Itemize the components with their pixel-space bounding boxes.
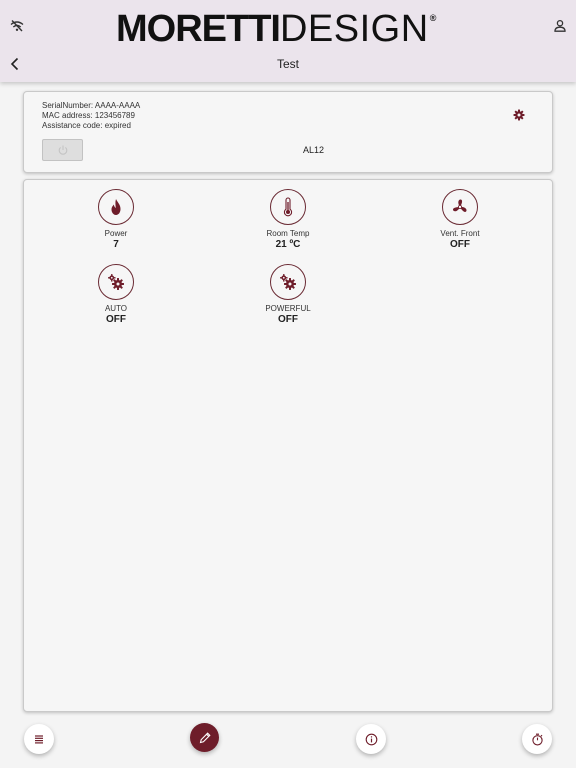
tile-powerful-label: POWERFUL [265,304,311,313]
tile-vent-front-button[interactable] [442,189,478,225]
gear-icon[interactable] [513,109,525,121]
brand-logo-registered: ® [429,13,437,23]
tile-powerful-button[interactable] [270,264,306,300]
timer-icon [531,733,543,745]
menu-button[interactable] [24,724,54,754]
tile-vent-front-label: Vent. Front [440,229,480,238]
tile-power-value: 7 [113,239,119,250]
power-icon [58,145,67,155]
tile-power-button[interactable] [98,189,134,225]
fan-icon [452,199,467,212]
tile-vent-front-value: OFF [450,239,470,250]
tile-auto-value: OFF [106,314,126,325]
profile-icon[interactable] [552,18,568,34]
edit-button[interactable] [190,723,219,752]
tile-room-temp-label: Room Temp [266,229,310,238]
mac-address-text: MAC address: 123456789 [42,111,135,120]
app-header: MORETTI DESIGN ® Test [0,0,576,82]
tile-power[interactable]: Power 7 [61,189,171,251]
menu-icon [35,735,43,744]
serial-number-text: SerialNumber: AAAA-AAAA [42,101,141,110]
tile-powerful-value: OFF [278,314,298,325]
tile-vent-front[interactable]: Vent. Front OFF [405,189,515,251]
device-code-label: AL12 [303,145,325,155]
power-button[interactable] [42,139,83,161]
gears-icon [108,274,124,290]
gears-icon [280,274,296,290]
brand-logo: MORETTI DESIGN ® [116,9,461,49]
brand-logo-bold: MORETTI [116,8,281,50]
tile-room-temp-value: 21 ºC [275,239,301,250]
device-status-card: Power 7 Room Temp 21 ºC Vent. Front OFF … [23,179,553,712]
device-info-card: SerialNumber: AAAA-AAAA MAC address: 123… [23,91,553,173]
assistance-code-text: Assistance code: expired [42,121,131,130]
tile-room-temp-button[interactable] [270,189,306,225]
tile-power-label: Power [104,229,128,238]
brand-logo-light: DESIGN [279,8,429,50]
edit-icon [199,731,211,743]
info-icon [365,733,377,745]
thermometer-icon [283,197,293,217]
info-button[interactable] [356,724,386,754]
tile-powerful[interactable]: POWERFUL OFF [233,264,343,326]
tile-auto-button[interactable] [98,264,134,300]
page-title: Test [276,57,299,71]
wifi-off-icon[interactable] [9,18,25,34]
tile-auto[interactable]: AUTO OFF [61,264,171,326]
tile-room-temp[interactable]: Room Temp 21 ºC [233,189,343,251]
timer-button[interactable] [522,724,552,754]
flame-icon [111,199,121,215]
tile-auto-label: AUTO [104,304,128,313]
